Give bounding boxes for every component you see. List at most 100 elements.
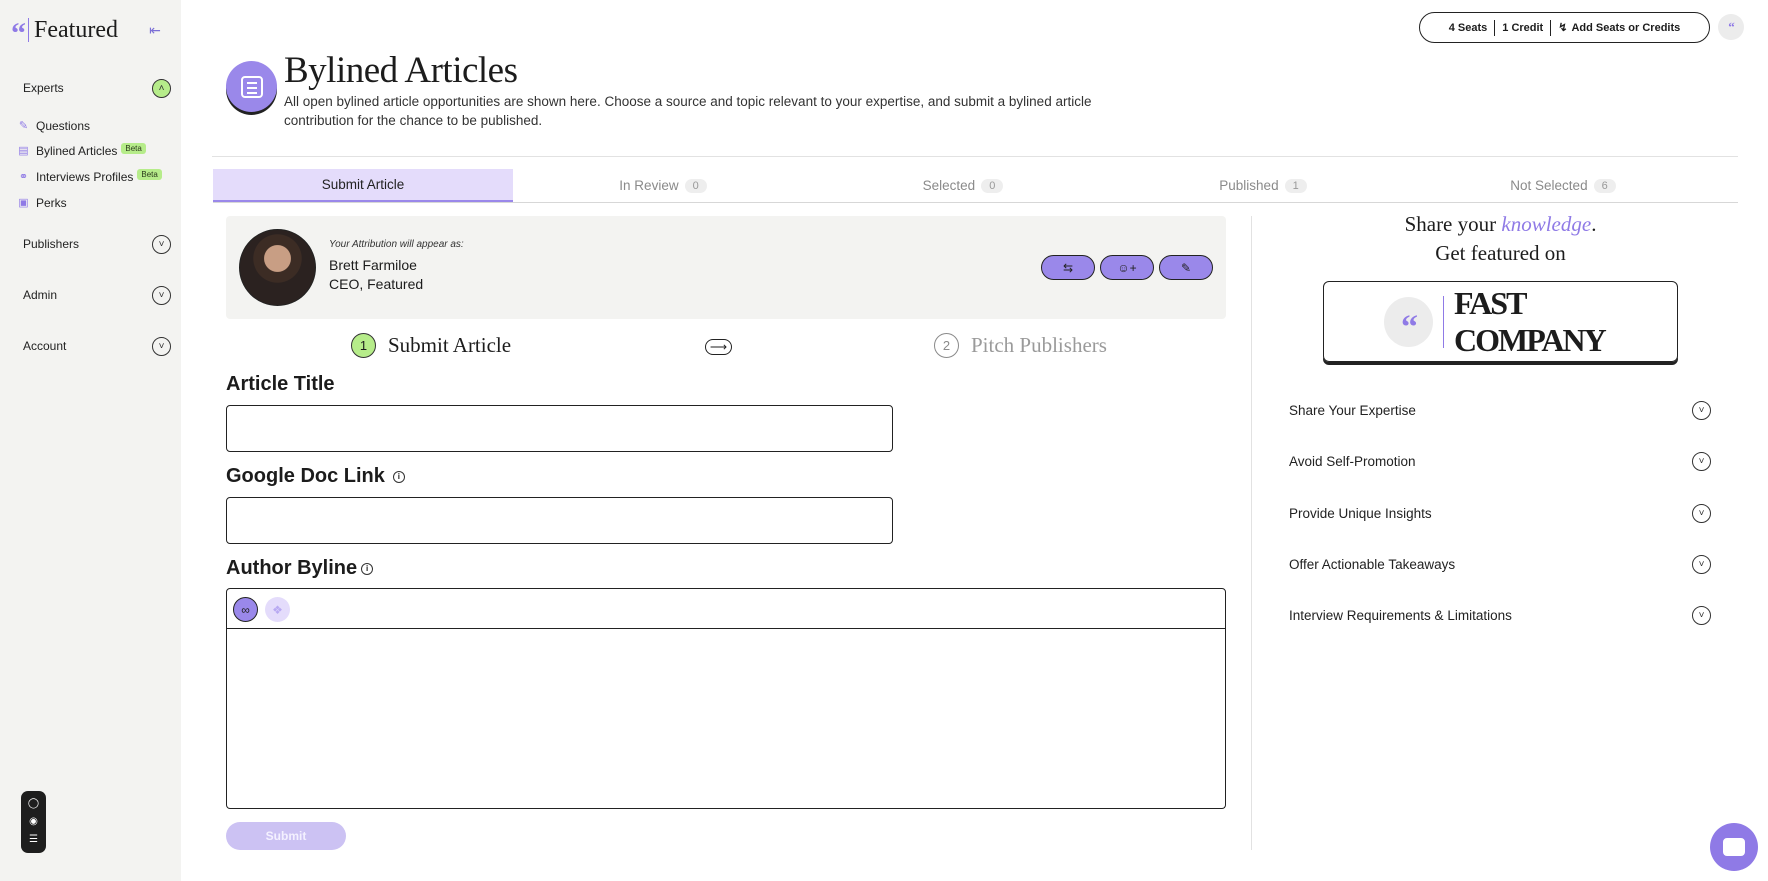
link-button[interactable]: ∞: [233, 597, 258, 622]
tab-count: 1: [1284, 178, 1307, 193]
divider: [1550, 19, 1552, 36]
unlink-icon: ❖: [272, 602, 283, 617]
eye-icon[interactable]: ◉: [29, 816, 38, 828]
accordion-label: Share Your Expertise: [1289, 402, 1416, 418]
article-title-label: Article Title: [226, 373, 335, 396]
google-doc-link-input[interactable]: [226, 497, 893, 544]
add-seats-button[interactable]: ↯ Add Seats or Credits: [1558, 21, 1681, 35]
publication-name: FAST COMPANY: [1453, 284, 1607, 358]
page-description: All open bylined article opportunities a…: [284, 94, 1092, 128]
add-author-button[interactable]: ☺+: [1100, 255, 1154, 280]
section-experts[interactable]: Experts ˄: [23, 77, 171, 99]
add-seats-label: Add Seats or Credits: [1571, 21, 1681, 34]
tab-bar: Submit Article In Review 0 Selected 0 Pu…: [213, 169, 1738, 203]
add-user-icon: ☺+: [1117, 260, 1137, 275]
collapse-sidebar-icon[interactable]: ⇤: [147, 22, 163, 38]
step-number: 1: [351, 333, 376, 358]
chat-icon: [1723, 838, 1745, 856]
divider: [1494, 19, 1496, 36]
step-pitch-publishers: 2 Pitch Publishers: [934, 333, 1107, 358]
tab-not-selected[interactable]: Not Selected 6: [1413, 169, 1713, 202]
tab-published[interactable]: Published 1: [1113, 169, 1413, 202]
chevron-down-icon: ˅: [1692, 554, 1711, 574]
accordion-avoid-self-promotion[interactable]: Avoid Self-Promotion ˅: [1289, 449, 1711, 473]
author-avatar: [239, 229, 316, 306]
tab-label: In Review: [619, 178, 679, 193]
brand-name: Featured: [34, 16, 118, 43]
info-icon[interactable]: i: [392, 470, 405, 483]
step-number: 2: [934, 333, 959, 358]
chevron-down-icon: ˅: [1692, 400, 1711, 420]
pencil-icon: ✎: [1180, 260, 1192, 275]
sidebar-item-label: Questions: [36, 119, 91, 133]
promo-highlight: knowledge: [1501, 212, 1592, 236]
swap-icon: ⇆: [1062, 260, 1074, 275]
accordion-label: Provide Unique Insights: [1289, 505, 1432, 521]
arrow-right-icon: ⟶: [705, 339, 732, 355]
tab-label: Not Selected: [1510, 178, 1588, 193]
info-icon[interactable]: i: [361, 562, 374, 575]
chevron-down-icon: ˅: [1692, 503, 1711, 523]
accordion-label: Avoid Self-Promotion: [1289, 453, 1416, 469]
tab-submit-article[interactable]: Submit Article: [213, 169, 513, 202]
article-title-input[interactable]: [226, 405, 893, 452]
beta-badge: Beta: [121, 142, 146, 154]
section-label: Account: [23, 339, 67, 353]
divider: [1443, 295, 1444, 348]
quote-icon: “: [1384, 296, 1433, 347]
submit-button[interactable]: Submit: [226, 822, 346, 850]
chevron-down-icon: ˅: [1692, 605, 1711, 625]
list-icon[interactable]: ☰: [29, 834, 38, 846]
accordion-unique-insights[interactable]: Provide Unique Insights ˅: [1289, 501, 1711, 525]
step-submit-article: 1 Submit Article: [351, 333, 511, 358]
divider: [212, 156, 1738, 157]
google-doc-label: Google Doc Link i: [226, 465, 405, 488]
quote-logo-icon: “: [11, 17, 26, 50]
section-account[interactable]: Account ˅: [23, 335, 171, 357]
sidebar-item-bylined-articles[interactable]: ▤ Bylined Articles Beta: [17, 142, 146, 160]
author-name: Brett Farmiloe: [329, 257, 417, 273]
section-admin[interactable]: Admin ˅: [23, 284, 171, 306]
tab-in-review[interactable]: In Review 0: [513, 169, 813, 202]
tab-selected[interactable]: Selected 0: [813, 169, 1113, 202]
floating-toolbar: ◯ ◉ ☰: [21, 791, 46, 853]
author-title: CEO, Featured: [329, 276, 424, 292]
author-byline-label: Author Byline i: [226, 557, 374, 580]
step-label: Pitch Publishers: [971, 333, 1107, 357]
field-label: Article Title: [226, 373, 335, 395]
accordion-share-expertise[interactable]: Share Your Expertise ˅: [1289, 398, 1711, 422]
beta-badge: Beta: [137, 168, 162, 180]
promo-subheadline: Get featured on: [1435, 241, 1566, 265]
comment-icon[interactable]: ◯: [28, 798, 39, 810]
field-label: Author Byline: [226, 557, 358, 579]
section-label: Admin: [23, 288, 58, 302]
lightning-icon: ↯: [1558, 22, 1568, 34]
chevron-down-icon: ˅: [152, 336, 171, 356]
tab-label: Submit Article: [321, 177, 405, 192]
sidebar-item-perks[interactable]: ▣ Perks: [17, 194, 66, 212]
featured-logo[interactable]: “ Featured: [11, 16, 118, 49]
edit-attribution-button[interactable]: ✎: [1159, 255, 1213, 280]
publication-card: “ FAST COMPANY: [1323, 281, 1678, 362]
attribution-note: Your Attribution will appear as:: [329, 239, 464, 250]
tab-label: Published: [1219, 178, 1279, 193]
chat-launcher-button[interactable]: [1710, 823, 1758, 871]
seats-credits-bar: 4 Seats 1 Credit ↯ Add Seats or Credits: [1419, 12, 1710, 43]
sidebar-item-label: Bylined Articles: [36, 144, 118, 158]
chevron-down-icon: ˅: [152, 285, 171, 305]
section-publishers[interactable]: Publishers ˅: [23, 233, 171, 255]
swap-attribution-button[interactable]: ⇆: [1041, 255, 1095, 280]
articles-icon: ▤: [18, 144, 29, 157]
accordion-label: Interview Requirements & Limitations: [1289, 607, 1512, 623]
sidebar-item-interviews-profiles[interactable]: ⚭ Interviews Profiles Beta: [17, 168, 162, 186]
divider: [1251, 216, 1252, 850]
sidebar: “ Featured ⇤ Experts ˄ ✎ Questions ▤ Byl…: [0, 0, 181, 881]
author-byline-editor[interactable]: [226, 628, 1226, 809]
user-avatar[interactable]: “: [1718, 14, 1744, 40]
sidebar-item-label: Interviews Profiles: [36, 170, 134, 184]
accordion-actionable-takeaways[interactable]: Offer Actionable Takeaways ˅: [1289, 552, 1711, 576]
unlink-button[interactable]: ❖: [265, 597, 290, 622]
accordion-interview-requirements[interactable]: Interview Requirements & Limitations ˅: [1289, 603, 1711, 627]
chevron-up-icon: ˄: [152, 78, 171, 98]
sidebar-item-questions[interactable]: ✎ Questions: [17, 117, 90, 135]
